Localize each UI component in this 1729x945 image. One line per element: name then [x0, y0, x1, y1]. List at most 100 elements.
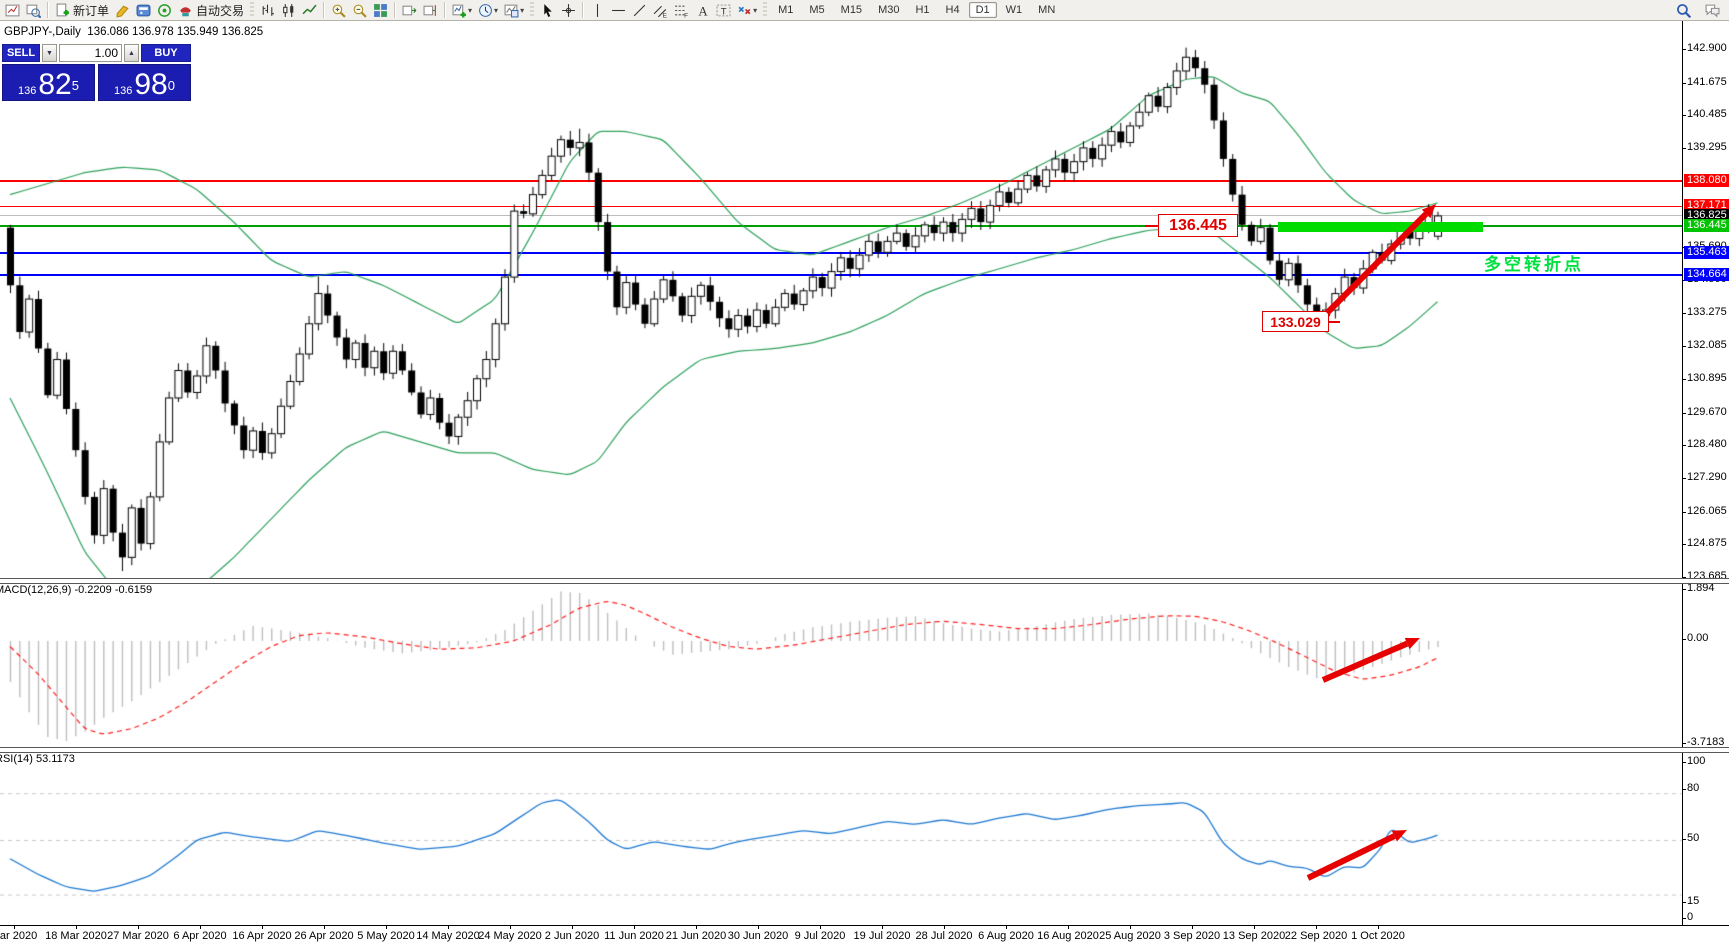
chart-shift-icon[interactable]: [420, 1, 441, 19]
timeframe-button-mn[interactable]: MN: [1031, 2, 1062, 18]
toolbar-grip: [763, 2, 767, 18]
horizontal-line-icon[interactable]: [608, 1, 629, 19]
zoom-in-icon[interactable]: [328, 1, 349, 19]
rsi-pane[interactable]: RSI(14) 53.1173: [0, 751, 1729, 925]
toolbar-separator: [394, 2, 396, 18]
date-tick: [1254, 926, 1255, 929]
svg-text:T: T: [721, 6, 727, 17]
search-icon[interactable]: [1673, 1, 1694, 19]
date-tick: [200, 926, 201, 929]
date-label: 19 Jul 2020: [854, 930, 911, 942]
price-tick-label: 129.670: [1687, 406, 1727, 418]
trendline-icon[interactable]: [629, 1, 650, 19]
zoom-out-icon[interactable]: [349, 1, 370, 19]
timeframe-button-m5[interactable]: M5: [802, 2, 831, 18]
text-label-icon[interactable]: T: [713, 1, 734, 19]
pane-splitter[interactable]: [0, 578, 1729, 584]
terminal-icon[interactable]: [133, 1, 154, 19]
sell-price-pips: 82: [38, 72, 71, 98]
rsi-axis-label: 0: [1687, 911, 1693, 923]
community-icon[interactable]: [1702, 1, 1723, 19]
buy-button[interactable]: BUY: [141, 44, 191, 62]
vertical-line-icon[interactable]: [587, 1, 608, 19]
sell-price-display[interactable]: 136825: [2, 64, 95, 101]
timeframe-button-d1[interactable]: D1: [969, 2, 997, 18]
date-tick: [14, 926, 15, 929]
new-order-button[interactable]: 新订单: [52, 1, 112, 19]
price-badge-136445: 136.445: [1684, 219, 1729, 232]
buy-price-point: 0: [168, 74, 175, 98]
channel-icon[interactable]: E: [650, 1, 671, 19]
date-tick: [758, 926, 759, 929]
date-label: 16 Apr 2020: [232, 930, 291, 942]
signal-icon[interactable]: [154, 1, 175, 19]
price-tick-label: 133.275: [1687, 306, 1727, 318]
date-label: 6 Apr 2020: [173, 930, 226, 942]
date-label: 14 May 2020: [416, 930, 480, 942]
price-chart-pane[interactable]: GBPJPY-,Daily 136.086 136.978 135.949 13…: [0, 21, 1729, 579]
metaeditor-icon[interactable]: [112, 1, 133, 19]
cursor-icon[interactable]: [537, 1, 558, 19]
date-label: 22 Sep 2020: [1285, 930, 1347, 942]
volume-field-wrap: [59, 44, 122, 62]
date-tick: [1316, 926, 1317, 929]
toolbar-separator: [582, 2, 584, 18]
date-tick: [138, 926, 139, 929]
auto-scroll-icon[interactable]: [399, 1, 420, 19]
pane-splitter-2[interactable]: [0, 747, 1729, 753]
price-badge-138080: 138.080: [1684, 174, 1729, 187]
date-label: 26 Apr 2020: [294, 930, 353, 942]
date-label: 30 Jun 2020: [728, 930, 789, 942]
shapes-icon[interactable]: ▾: [734, 1, 760, 19]
date-label: 16 Aug 2020: [1037, 930, 1099, 942]
date-tick: [1378, 926, 1379, 929]
date-label: 5 May 2020: [357, 930, 414, 942]
periods-icon[interactable]: ▾: [475, 1, 501, 19]
date-tick: [944, 926, 945, 929]
timeframe-button-h1[interactable]: H1: [908, 2, 936, 18]
macd-pane[interactable]: MACD(12,26,9) -0.2209 -0.6159: [0, 582, 1729, 747]
timeframe-button-h4[interactable]: H4: [939, 2, 967, 18]
volume-decrease-button[interactable]: ▼: [42, 44, 57, 62]
date-label: 27 Mar 2020: [107, 930, 169, 942]
date-tick: [76, 926, 77, 929]
trend-arrow[interactable]: [0, 582, 1682, 747]
date-tick: [1192, 926, 1193, 929]
date-tick: [1068, 926, 1069, 929]
date-label: 18 Mar 2020: [45, 930, 107, 942]
toolbar-separator: [47, 2, 49, 18]
timeframe-button-m30[interactable]: M30: [871, 2, 906, 18]
candle-chart-icon[interactable]: [278, 1, 299, 19]
timeframe-button-m15[interactable]: M15: [834, 2, 869, 18]
svg-text:F: F: [684, 12, 688, 18]
date-label: 2 Jun 2020: [545, 930, 599, 942]
sell-button[interactable]: SELL: [2, 44, 40, 62]
line-chart-icon[interactable]: [299, 1, 320, 19]
time-axis[interactable]: Mar 202018 Mar 202027 Mar 20206 Apr 2020…: [0, 925, 1729, 945]
new-chart-icon[interactable]: [2, 1, 23, 19]
trend-arrow[interactable]: [0, 21, 1682, 579]
crosshair-icon[interactable]: [558, 1, 579, 19]
fibonacci-icon[interactable]: F: [671, 1, 692, 19]
timeframe-button-m1[interactable]: M1: [771, 2, 800, 18]
volume-increase-button[interactable]: ▲: [124, 44, 139, 62]
templates-icon[interactable]: ▾: [501, 1, 527, 19]
buy-price-display[interactable]: 136980: [98, 64, 191, 101]
autotrading-button[interactable]: 自动交易: [175, 1, 247, 19]
price-tick-label: 128.480: [1687, 438, 1727, 450]
macd-label: MACD(12,26,9) -0.2209 -0.6159: [0, 584, 152, 596]
date-label: 25 Aug 2020: [1099, 930, 1161, 942]
text-icon[interactable]: A: [692, 1, 713, 19]
rsi-axis-label: 80: [1687, 782, 1699, 794]
timeframe-button-w1[interactable]: W1: [999, 2, 1030, 18]
toolbar-grip: [530, 2, 534, 18]
trend-arrow[interactable]: [0, 751, 1682, 925]
indicators-icon[interactable]: ▾: [449, 1, 475, 19]
toolbar-separator: [323, 2, 325, 18]
tile-windows-icon[interactable]: [370, 1, 391, 19]
profiles-icon[interactable]: [23, 1, 44, 19]
price-tick-label: 141.675: [1687, 76, 1727, 88]
volume-input[interactable]: [60, 45, 121, 61]
date-label: 6 Aug 2020: [978, 930, 1034, 942]
bar-chart-icon[interactable]: [257, 1, 278, 19]
